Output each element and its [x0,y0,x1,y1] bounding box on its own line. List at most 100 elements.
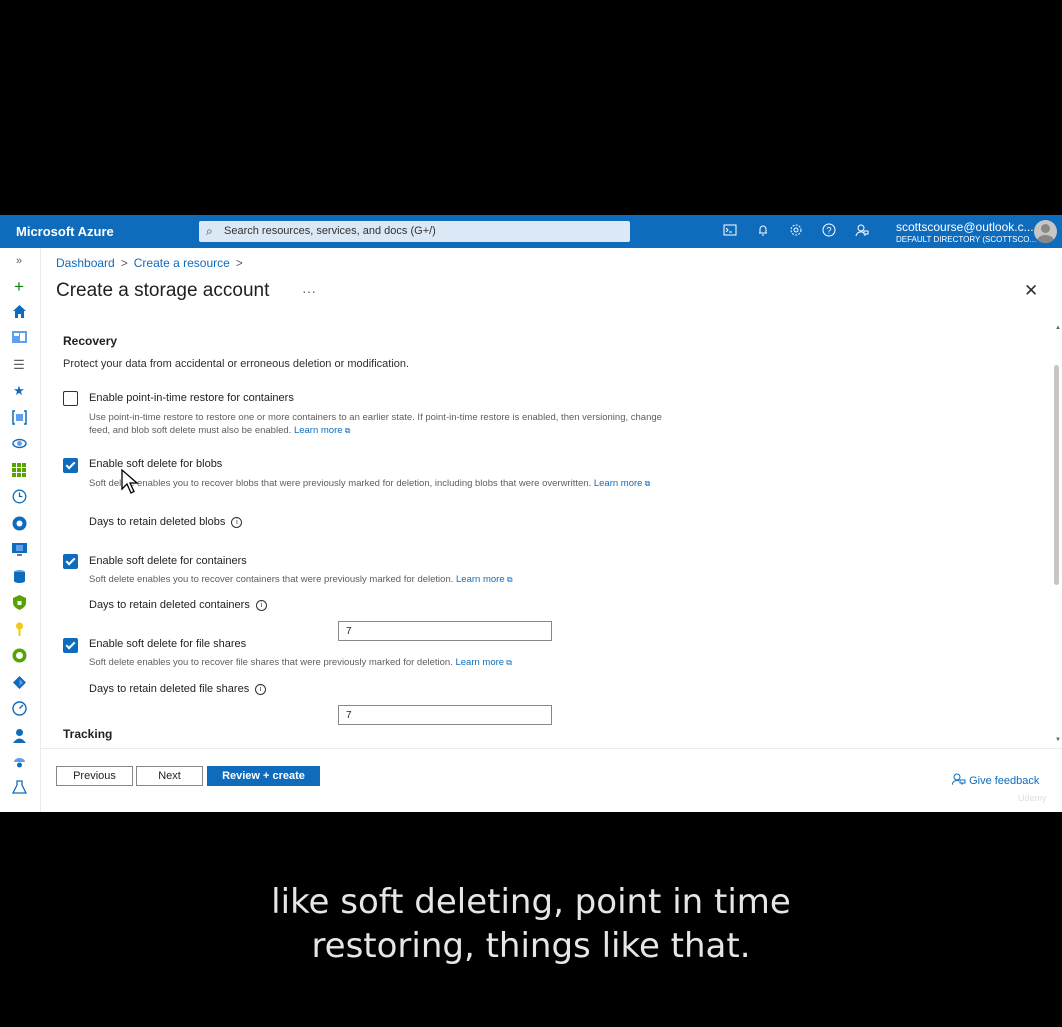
blob-soft-delete-label[interactable]: Enable soft delete for blobs [89,458,222,470]
container-soft-delete-label[interactable]: Enable soft delete for containers [89,555,247,567]
blob-soft-delete-checkbox[interactable] [63,458,78,473]
more-options-icon[interactable]: ··· [302,283,316,299]
video-caption: like soft deleting, point in time restor… [0,880,1062,968]
app-services-icon[interactable] [11,516,27,532]
all-resources-icon[interactable] [11,463,27,479]
sql-database-icon[interactable] [11,569,27,585]
dashboard-icon[interactable] [11,331,27,347]
lab-icon[interactable] [11,780,27,796]
help-icon[interactable]: ? [821,223,837,239]
breadcrumb-separator: > [235,256,243,270]
page-title: Create a storage account [56,280,270,301]
blob-soft-delete-description: Soft delete enables you to recover blobs… [89,477,659,490]
fileshare-desc-text: Soft delete enables you to recover file … [89,657,453,668]
close-icon[interactable]: ✕ [1024,281,1038,301]
container-days-label-text: Days to retain deleted containers [89,599,250,611]
breadcrumb-dashboard[interactable]: Dashboard [56,256,115,270]
blob-learn-more-link[interactable]: Learn more [594,478,643,489]
blob-days-label: Days to retain deleted blobs i [89,516,243,528]
search-input[interactable]: ⌕ Search resources, services, and docs (… [199,221,630,242]
create-resource-icon[interactable]: + [11,278,27,295]
key-vault-icon[interactable] [11,622,27,638]
info-icon[interactable]: i [255,600,267,611]
footer-bar: Previous Next Review + create Give feedb… [40,748,1062,812]
form-content: Recovery Protect your data from accident… [40,319,1052,747]
previous-button[interactable]: Previous [56,766,133,786]
fileshare-days-label-text: Days to retain deleted file shares [89,683,250,695]
monitor-icon[interactable] [11,701,27,717]
mouse-cursor-icon [121,469,139,494]
pitr-label[interactable]: Enable point-in-time restore for contain… [89,392,294,404]
virtual-machines-icon[interactable] [11,542,27,558]
pitr-learn-more-link[interactable]: Learn more [294,425,343,436]
account-email: scottscourse@outlook.c... [896,220,1034,234]
pitr-desc-text: Use point-in-time restore to restore one… [89,412,662,436]
notifications-icon[interactable] [755,223,771,239]
scroll-up-icon[interactable]: ▲ [1055,325,1061,331]
feedback-icon [951,773,966,786]
expand-menu-icon[interactable]: » [11,253,27,269]
caption-line-2: restoring, things like that. [311,926,751,966]
container-days-label: Days to retain deleted containers i [89,599,267,611]
container-days-input[interactable] [338,705,552,725]
advisor-icon[interactable] [11,754,27,770]
fileshare-soft-delete-description: Soft delete enables you to recover file … [89,656,709,669]
brand-title[interactable]: Microsoft Azure [16,224,114,239]
watermark: Udemy [1018,793,1047,803]
home-icon[interactable] [11,304,27,320]
search-icon: ⌕ [206,224,213,238]
blob-days-label-text: Days to retain deleted blobs [89,516,226,528]
external-link-icon: ⧉ [342,426,351,435]
info-icon[interactable]: i [255,684,267,695]
fileshare-learn-more-link[interactable]: Learn more [455,657,504,668]
search-placeholder: Search resources, services, and docs (G+… [224,225,436,237]
container-soft-delete-description: Soft delete enables you to recover conta… [89,573,709,586]
resource-groups-icon[interactable] [11,410,27,426]
account-directory: DEFAULT DIRECTORY (SCOTTSCO... [896,235,1037,244]
external-link-icon: ⧉ [504,658,513,667]
azure-portal-window: Microsoft Azure ⌕ Search resources, serv… [0,215,1062,812]
avatar[interactable] [1034,220,1057,243]
users-icon[interactable] [11,728,27,744]
left-nav: » + ☰ ★ [0,248,41,812]
give-feedback-label: Give feedback [969,775,1040,787]
recovery-heading: Recovery [63,334,118,348]
tracking-heading: Tracking [63,727,113,741]
svg-text:?: ? [826,226,831,236]
container-learn-more-link[interactable]: Learn more [456,574,505,585]
favorites-icon[interactable]: ★ [11,383,27,399]
fileshare-soft-delete-checkbox[interactable] [63,638,78,653]
account-info[interactable]: scottscourse@outlook.c... DEFAULT DIRECT… [896,220,1037,244]
give-feedback-link[interactable]: Give feedback [951,773,1040,787]
breadcrumb-create-resource[interactable]: Create a resource [134,256,230,270]
pitr-description: Use point-in-time restore to restore one… [89,411,669,437]
pitr-checkbox[interactable] [63,391,78,406]
cost-management-icon[interactable] [11,648,27,664]
scroll-down-icon[interactable]: ▼ [1055,737,1061,743]
cloud-shell-icon[interactable] [722,223,738,239]
fileshare-days-label: Days to retain deleted file shares i [89,683,267,695]
external-link-icon: ⧉ [642,479,651,488]
devops-icon[interactable] [11,675,27,691]
scrollbar-thumb[interactable] [1054,365,1059,585]
container-soft-delete-checkbox[interactable] [63,554,78,569]
recent-icon[interactable] [11,489,27,505]
security-center-icon[interactable] [11,595,27,611]
top-bar: Microsoft Azure ⌕ Search resources, serv… [0,215,1062,248]
review-create-button[interactable]: Review + create [207,766,320,786]
info-icon[interactable]: i [231,517,243,528]
external-link-icon: ⧉ [504,575,513,584]
breadcrumb: Dashboard > Create a resource > [56,256,249,270]
blob-days-input[interactable] [338,621,552,641]
fileshare-soft-delete-label[interactable]: Enable soft delete for file shares [89,638,246,650]
next-button[interactable]: Next [136,766,203,786]
settings-icon[interactable] [788,223,804,239]
quickstart-icon[interactable] [11,436,27,452]
feedback-icon[interactable] [854,223,870,239]
breadcrumb-separator: > [120,256,128,270]
recovery-description: Protect your data from accidental or err… [63,358,410,370]
container-desc-text: Soft delete enables you to recover conta… [89,574,454,585]
all-services-icon[interactable]: ☰ [11,357,27,373]
scrollbar[interactable]: ▲ ▼ [1052,325,1062,749]
caption-line-1: like soft deleting, point in time [271,882,791,922]
